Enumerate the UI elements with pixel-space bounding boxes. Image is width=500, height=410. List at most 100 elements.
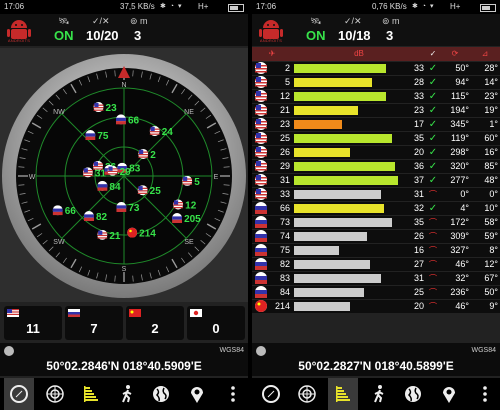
nav-compass-button[interactable]: [4, 378, 34, 410]
count-gps-value: 11: [26, 321, 40, 336]
satellite-prn: 29: [279, 161, 290, 171]
us-flag-icon: [107, 165, 118, 176]
table-row[interactable]: 21 23 ✓ 194° 19°: [252, 104, 500, 118]
us-flag-icon: [149, 126, 160, 137]
nav-compass-button[interactable]: [256, 378, 286, 410]
snr-value: 28: [413, 77, 424, 87]
table-row[interactable]: 2 33 ✓ 50° 28°: [252, 62, 500, 76]
unused-dash-icon: ⌒: [429, 246, 437, 255]
table-row[interactable]: 12 33 ✓ 115° 23°: [252, 90, 500, 104]
nav-globe-button[interactable]: [398, 378, 428, 410]
us-flag-icon: [137, 185, 148, 196]
azimuth-value: 345°: [450, 119, 469, 129]
table-row[interactable]: 83 31 ⌒ 32° 67°: [252, 272, 500, 286]
satellite-prn: 21: [109, 231, 121, 242]
table-row[interactable]: 33 31 ⌒ 0° 0°: [252, 188, 500, 202]
us-flag-icon: [255, 146, 267, 158]
fix-status: ON: [54, 28, 74, 43]
satellite-prn: 214: [139, 229, 156, 240]
compass-label: SE: [184, 239, 194, 246]
us-flag-icon: [82, 167, 93, 178]
compass-label: W: [29, 174, 36, 181]
table-row[interactable]: 23 17 ✓ 345° 1°: [252, 118, 500, 132]
table-row[interactable]: 5 28 ✓ 94° 14°: [252, 76, 500, 90]
table-row[interactable]: 74 26 ⌒ 309° 59°: [252, 230, 500, 244]
nav-more-button[interactable]: [470, 378, 500, 410]
count-qzss: 0: [187, 306, 245, 340]
check-sats-icon: ✓/✕: [92, 16, 110, 26]
jp-flag-icon: [190, 309, 202, 317]
used-check-icon: ✓: [428, 105, 438, 116]
walk-icon: [374, 385, 384, 403]
azimuth-value: 172°: [450, 217, 469, 227]
satellite-prn: 83: [129, 164, 141, 175]
signal-strength-bar: [294, 120, 342, 129]
signal-column-header: dB: [354, 49, 364, 58]
table-row[interactable]: 84 25 ⌒ 236° 50°: [252, 286, 500, 300]
table-row[interactable]: 66 32 ✓ 4° 10°: [252, 202, 500, 216]
status-speed: 37,5 KB/s: [120, 2, 155, 11]
accuracy-icon: ⊚ m: [382, 16, 400, 26]
nav-radar-button[interactable]: [40, 378, 70, 410]
nav-map-pin-button[interactable]: [434, 378, 464, 410]
used-check-icon: ✓: [428, 147, 438, 158]
signal-strength-bar: [294, 92, 386, 101]
satellite-prn: 66: [279, 203, 290, 213]
ru-flag-icon: [68, 309, 80, 317]
nav-more-button[interactable]: [218, 378, 248, 410]
table-row[interactable]: 75 16 ⌒ 327° 8°: [252, 244, 500, 258]
globe-icon: [405, 386, 421, 402]
table-row[interactable]: 25 35 ✓ 119° 60°: [252, 132, 500, 146]
accuracy-value: 3: [134, 28, 142, 43]
compass-icon: [262, 385, 280, 403]
ru-flag-icon: [255, 272, 267, 284]
left-screen: 17:06 37,5 KB/s ✱ ◔ ▾ H+ ANDROITS 🛰 ON ✓…: [0, 0, 248, 410]
globe-icon: [153, 386, 169, 402]
satellite-prn: 31: [95, 168, 107, 179]
satellite-prn: 84: [279, 287, 290, 297]
status-bar: 17:06 0,76 KB/s ✱ ◔ ▾ H+: [252, 0, 500, 14]
table-row[interactable]: 73 35 ⌒ 172° 58°: [252, 216, 500, 230]
signal-strength-bar: [294, 134, 392, 143]
azimuth-value: 115°: [451, 91, 469, 101]
elevation-value: 23°: [484, 91, 498, 101]
azimuth-value: 94°: [455, 77, 469, 87]
satellite-prn: 26: [279, 147, 290, 157]
table-row[interactable]: 29 36 ✓ 320° 85°: [252, 160, 500, 174]
elevation-value: 16°: [484, 147, 498, 157]
nav-signal-bars-button[interactable]: [328, 378, 358, 410]
snr-value: 17: [413, 119, 424, 129]
app-header: ANDROITS 🛰 ON ✓/✕ 10/20 ⊚ m 3: [0, 14, 248, 46]
satellite-prn: 23: [106, 103, 118, 114]
nav-signal-bars-button[interactable]: [76, 378, 106, 410]
us-flag-icon: [173, 199, 184, 210]
satellite-prn: 73: [279, 217, 290, 227]
unused-dash-icon: ⌒: [429, 260, 437, 269]
snr-value: 35: [413, 133, 424, 143]
walk-icon: [122, 385, 132, 403]
nav-map-pin-button[interactable]: [182, 378, 212, 410]
table-row[interactable]: 82 27 ⌒ 46° 12°: [252, 258, 500, 272]
table-row[interactable]: 31 37 ✓ 277° 48°: [252, 174, 500, 188]
signal-strength-bar: [294, 162, 395, 171]
signal-strength-bar: [294, 64, 386, 73]
nav-globe-button[interactable]: [146, 378, 176, 410]
count-glonass: 7: [65, 306, 123, 340]
signal-strength-bar: [294, 288, 364, 297]
used-check-icon: ✓: [428, 161, 438, 172]
azimuth-value: 119°: [451, 133, 469, 143]
nav-radar-button[interactable]: [292, 378, 322, 410]
azimuth-value: 46°: [455, 259, 469, 269]
table-row[interactable]: 214 20 ⌒ 46° 9°: [252, 300, 500, 314]
sats-used: 10/20: [86, 28, 119, 43]
nav-walk-button[interactable]: [364, 378, 394, 410]
us-flag-icon: [255, 76, 267, 88]
cn-flag-icon: [127, 227, 138, 238]
table-row[interactable]: 26 20 ✓ 298° 16°: [252, 146, 500, 160]
fix-status: ON: [306, 28, 326, 43]
nav-walk-button[interactable]: [112, 378, 142, 410]
logo-text: ANDROITS: [259, 38, 283, 43]
count-gps: 11: [4, 306, 62, 340]
satellite-prn: 29: [120, 167, 132, 178]
snr-value: 36: [413, 161, 424, 171]
